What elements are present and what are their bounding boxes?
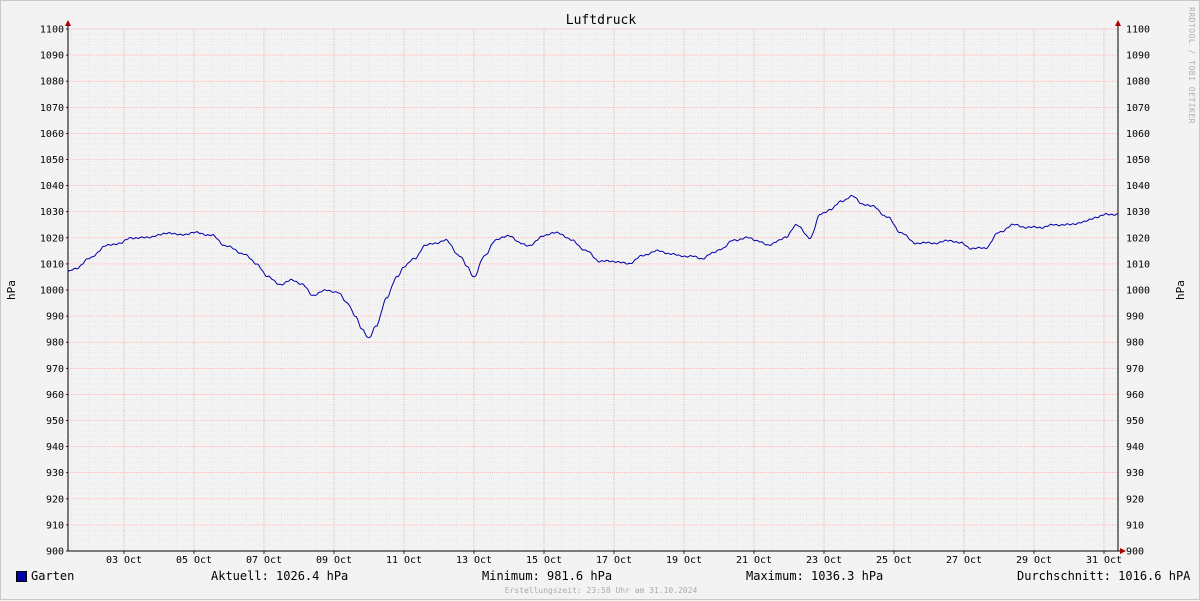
y-tick-label-right: 960 <box>1126 390 1144 401</box>
y-axis-label-right: hPa <box>1174 280 1187 300</box>
y-tick-label-right: 1080 <box>1126 77 1150 88</box>
y-tick-label-right: 980 <box>1126 338 1144 349</box>
y-tick-label-right: 910 <box>1126 520 1144 531</box>
minimum-value: Minimum: 981.6 hPa <box>482 569 613 583</box>
y-tick-label-left: 900 <box>46 547 64 558</box>
watermark: RRDTOOL / TOBI OETIKER <box>1187 7 1196 124</box>
legend-label: Garten <box>31 569 75 583</box>
y-tick-label-left: 1000 <box>40 286 64 297</box>
x-tick-label: 11 Oct <box>386 555 422 566</box>
x-tick-label: 07 Oct <box>246 555 282 566</box>
y-tick-label-right: 1000 <box>1126 286 1150 297</box>
y-tick-label-right: 1090 <box>1126 51 1150 62</box>
x-axis: 03 Oct 05 Oct 07 Oct 09 Oct 11 Oct 13 Oct 15 O… <box>106 551 1122 566</box>
y-tick-label-right: 1050 <box>1126 155 1150 166</box>
y-tick-label-right: 1020 <box>1126 233 1150 244</box>
y-axis-label-left: hPa <box>5 280 18 300</box>
x-tick-label: 15 Oct <box>526 555 562 566</box>
x-tick-label: 19 Oct <box>666 555 702 566</box>
y-tick-label-right: 1010 <box>1126 259 1150 270</box>
y-tick-label-right: 940 <box>1126 442 1144 453</box>
y-tick-label-left: 1040 <box>40 181 64 192</box>
y-tick-label-right: 950 <box>1126 416 1144 427</box>
y-tick-label-left: 1070 <box>40 103 64 114</box>
y-tick-label-left: 1060 <box>40 129 64 140</box>
x-tick-label: 17 Oct <box>596 555 632 566</box>
y-tick-label-left: 950 <box>46 416 64 427</box>
current-value: Aktuell: 1026.4 hPa <box>211 569 349 583</box>
x-tick-label: 13 Oct <box>456 555 492 566</box>
x-tick-label: 21 Oct <box>736 555 772 566</box>
y-tick-label-left: 1090 <box>40 51 64 62</box>
y-tick-label-right: 1070 <box>1126 103 1150 114</box>
chart-frame: 900 910 920 930 940 950 960 970 980 990 1000 1010 10… <box>0 0 1200 600</box>
grid <box>68 28 1118 552</box>
x-tick-label: 25 Oct <box>876 555 912 566</box>
y-axis-left: 900 910 920 930 940 950 960 970 980 990 1000 1010 10… <box>40 25 68 558</box>
legend-swatch <box>16 571 27 582</box>
y-tick-label-left: 980 <box>46 338 64 349</box>
y-tick-label-left: 1010 <box>40 259 64 270</box>
y-tick-label-left: 960 <box>46 390 64 401</box>
y-tick-label-right: 930 <box>1126 468 1144 479</box>
y-tick-label-left: 970 <box>46 364 64 375</box>
y-tick-label-left: 940 <box>46 442 64 453</box>
y-tick-label-right: 1040 <box>1126 181 1150 192</box>
average-value: Durchschnitt: 1016.6 hPA <box>1017 569 1191 583</box>
chart-svg: 900 910 920 930 940 950 960 970 980 990 1000 1010 10… <box>5 13 1187 566</box>
y-tick-label-left: 910 <box>46 520 64 531</box>
x-tick-label: 09 Oct <box>316 555 352 566</box>
x-tick-label: 27 Oct <box>946 555 982 566</box>
y-tick-label-left: 1080 <box>40 77 64 88</box>
x-tick-label: 23 Oct <box>806 555 842 566</box>
y-tick-label-left: 1050 <box>40 155 64 166</box>
chart-title: Luftdruck <box>566 13 637 28</box>
y-tick-label-left: 1030 <box>40 207 64 218</box>
y-tick-label-right: 920 <box>1126 494 1144 505</box>
y-tick-label-right: 990 <box>1126 312 1144 323</box>
x-tick-label: 31 Oct <box>1086 555 1122 566</box>
x-tick-label: 29 Oct <box>1016 555 1052 566</box>
y-axis-right-arrow-icon <box>1115 20 1121 26</box>
y-axis-right: 900 910 920 930 940 950 960 970 980 990 1000 1010 10… <box>1126 25 1150 558</box>
y-tick-label-right: 1030 <box>1126 207 1150 218</box>
maximum-value: Maximum: 1036.3 hPa <box>746 569 884 583</box>
x-tick-label: 05 Oct <box>176 555 212 566</box>
y-tick-label-right: 970 <box>1126 364 1144 375</box>
y-tick-label-left: 930 <box>46 468 64 479</box>
y-tick-label-right: 1100 <box>1126 25 1150 36</box>
timestamp: Erstellungszeit: 23:58 Uhr am 31.10.2024 <box>504 586 698 595</box>
y-tick-label-left: 990 <box>46 312 64 323</box>
y-tick-label-left: 1100 <box>40 25 64 36</box>
y-tick-label-right: 900 <box>1126 547 1144 558</box>
y-axis-arrow-icon <box>65 20 71 26</box>
y-tick-label-left: 920 <box>46 494 64 505</box>
y-tick-label-left: 1020 <box>40 233 64 244</box>
x-tick-label: 03 Oct <box>106 555 142 566</box>
y-tick-label-right: 1060 <box>1126 129 1150 140</box>
